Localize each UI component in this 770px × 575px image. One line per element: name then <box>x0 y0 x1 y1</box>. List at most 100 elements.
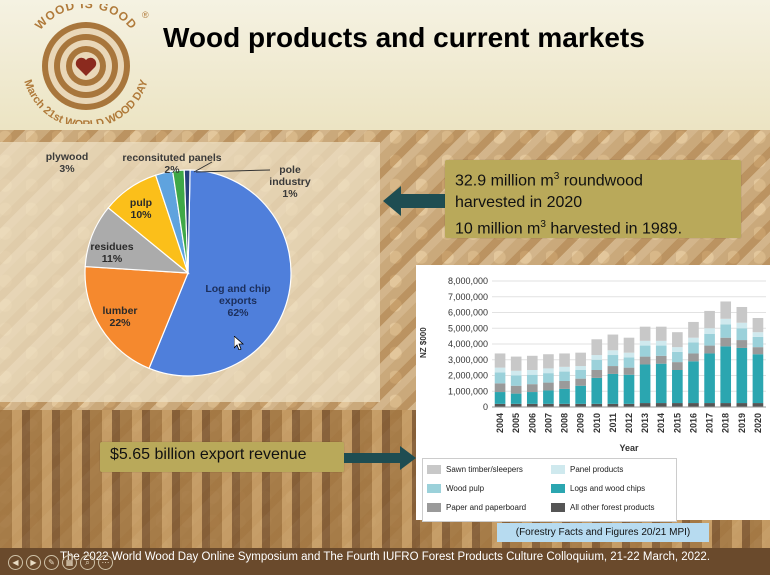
world-wood-day-logo: WOOD IS GOOD March 21st WORLD WOOD DAY ® <box>21 4 150 124</box>
bar-segment <box>736 403 748 407</box>
pie-chart: Log and chip exports 62%lumber 22%residues 1… <box>46 151 311 377</box>
bar-segment <box>639 364 651 404</box>
bar-segment <box>607 373 619 404</box>
harvest-arrow-icon <box>383 186 447 216</box>
footer-bar: The 2022 World Wood Day Online Symposium… <box>0 548 770 575</box>
harvest-line-3: 10 million m3 harvested in 1989. <box>455 219 683 238</box>
x-tick-label: 2019 <box>737 413 747 433</box>
y-tick-label: 3,000,000 <box>448 355 488 365</box>
bar-segment <box>494 367 506 373</box>
bar-segment <box>639 356 651 365</box>
bar-segment <box>559 366 570 372</box>
bar-segment <box>575 369 586 379</box>
more-options-icon[interactable]: ⋯ <box>98 555 113 570</box>
bar-segment <box>494 353 506 368</box>
bar-segment <box>655 403 667 407</box>
bar-segment <box>639 326 651 341</box>
bar-segment <box>591 355 603 360</box>
legend-label: Paper and paperboard <box>446 503 527 512</box>
bar-segment <box>720 346 732 404</box>
bar-segment <box>526 355 538 370</box>
bar-segment <box>575 366 586 370</box>
pie-label-4: pulp 10% <box>130 197 152 221</box>
bar-segment <box>736 322 748 329</box>
x-tick-label: 2014 <box>656 413 666 433</box>
bar-segment <box>543 354 554 369</box>
legend-swatch <box>427 465 441 474</box>
harvest-callout: 32.9 million m3 roundwood harvested in 2… <box>445 160 741 238</box>
bar-segment <box>672 369 683 404</box>
legend-swatch <box>427 484 441 493</box>
legend-item: Paper and paperboard <box>427 503 526 512</box>
x-tick-label: 2006 <box>527 413 537 433</box>
bar-segment <box>688 321 699 338</box>
x-tick-label: 2018 <box>721 413 731 433</box>
bar-segment <box>688 342 699 354</box>
bar-segment <box>607 334 619 351</box>
legend-item: Wood pulp <box>427 484 484 493</box>
y-tick-label: 2,000,000 <box>448 371 488 381</box>
bar-segment <box>720 301 732 319</box>
bar-segment <box>736 347 748 404</box>
bar-segment <box>752 347 764 355</box>
bar-segment <box>543 368 554 374</box>
y-tick-label: 4,000,000 <box>448 339 488 349</box>
y-tick-label: 1,000,000 <box>448 386 488 396</box>
y-tick-label: 8,000,000 <box>448 276 488 286</box>
y-tick-label: 7,000,000 <box>448 292 488 302</box>
legend-label: Logs and wood chips <box>570 484 646 493</box>
bar-segment <box>704 353 715 404</box>
pen-tool-icon[interactable]: ✎ <box>44 555 59 570</box>
bar-segment <box>510 385 522 394</box>
slides-view-icon[interactable]: ▦ <box>62 555 77 570</box>
x-tick-label: 2009 <box>576 413 586 433</box>
legend-swatch <box>551 465 565 474</box>
logo-reg-mark: ® <box>142 10 149 20</box>
page-title: Wood products and current markets <box>163 22 645 53</box>
stacked-bar-chart: 0 1,000,000 2,000,000 3,000,000 4,000,000 5,0… <box>419 276 766 453</box>
previous-slide-icon[interactable]: ◀ <box>8 555 23 570</box>
bar-segment <box>672 362 683 370</box>
bar-segment <box>688 353 699 362</box>
bar-segment <box>526 392 538 404</box>
bar-segment <box>591 339 603 356</box>
zoom-icon[interactable]: ⌕ <box>80 555 95 570</box>
bar-segment <box>688 337 699 343</box>
bar-segment <box>575 385 586 404</box>
legend-item: Logs and wood chips <box>551 484 645 493</box>
revenue-callout: $5.65 billion export revenue <box>100 442 344 472</box>
legend-item: All other forest products <box>551 503 654 512</box>
bar-segment <box>543 390 554 404</box>
harvest-line-2: harvested in 2020 <box>455 194 583 212</box>
bar-segment <box>543 382 554 391</box>
next-slide-icon[interactable]: ▶ <box>26 555 41 570</box>
footer-text: The 2022 World Wood Day Online Symposium… <box>59 551 711 563</box>
bar-segment <box>672 403 683 407</box>
bar-chart-legend: Sawn timber/sleepers Panel products Wood p… <box>422 458 677 522</box>
legend-swatch <box>427 503 441 512</box>
bar-segment <box>655 355 667 364</box>
y-tick-label: 6,000,000 <box>448 308 488 318</box>
bar-segment <box>526 384 538 393</box>
bar-segment <box>607 355 619 367</box>
bar-segment <box>639 403 651 407</box>
bar-segment <box>704 328 715 334</box>
bar-segment <box>623 337 635 353</box>
bar-segment <box>736 340 748 348</box>
x-axis-label: Year <box>619 443 639 453</box>
bar-segment <box>655 345 667 356</box>
pie-label-5: plywood 3% <box>46 151 89 175</box>
legend-label: Wood pulp <box>446 484 485 493</box>
bar-segment <box>510 393 522 404</box>
bar-segment <box>736 328 748 341</box>
bar-segment <box>672 332 683 348</box>
revenue-arrow-icon <box>344 446 416 470</box>
bar-segment <box>591 369 603 378</box>
bar-segment <box>559 353 570 367</box>
bar-segment <box>559 381 570 389</box>
bar-segment <box>672 351 683 363</box>
y-axis-label: NZ $000 <box>419 327 428 358</box>
bar-segment <box>494 383 506 393</box>
x-tick-label: 2016 <box>688 413 698 433</box>
bar-segment <box>752 354 764 404</box>
